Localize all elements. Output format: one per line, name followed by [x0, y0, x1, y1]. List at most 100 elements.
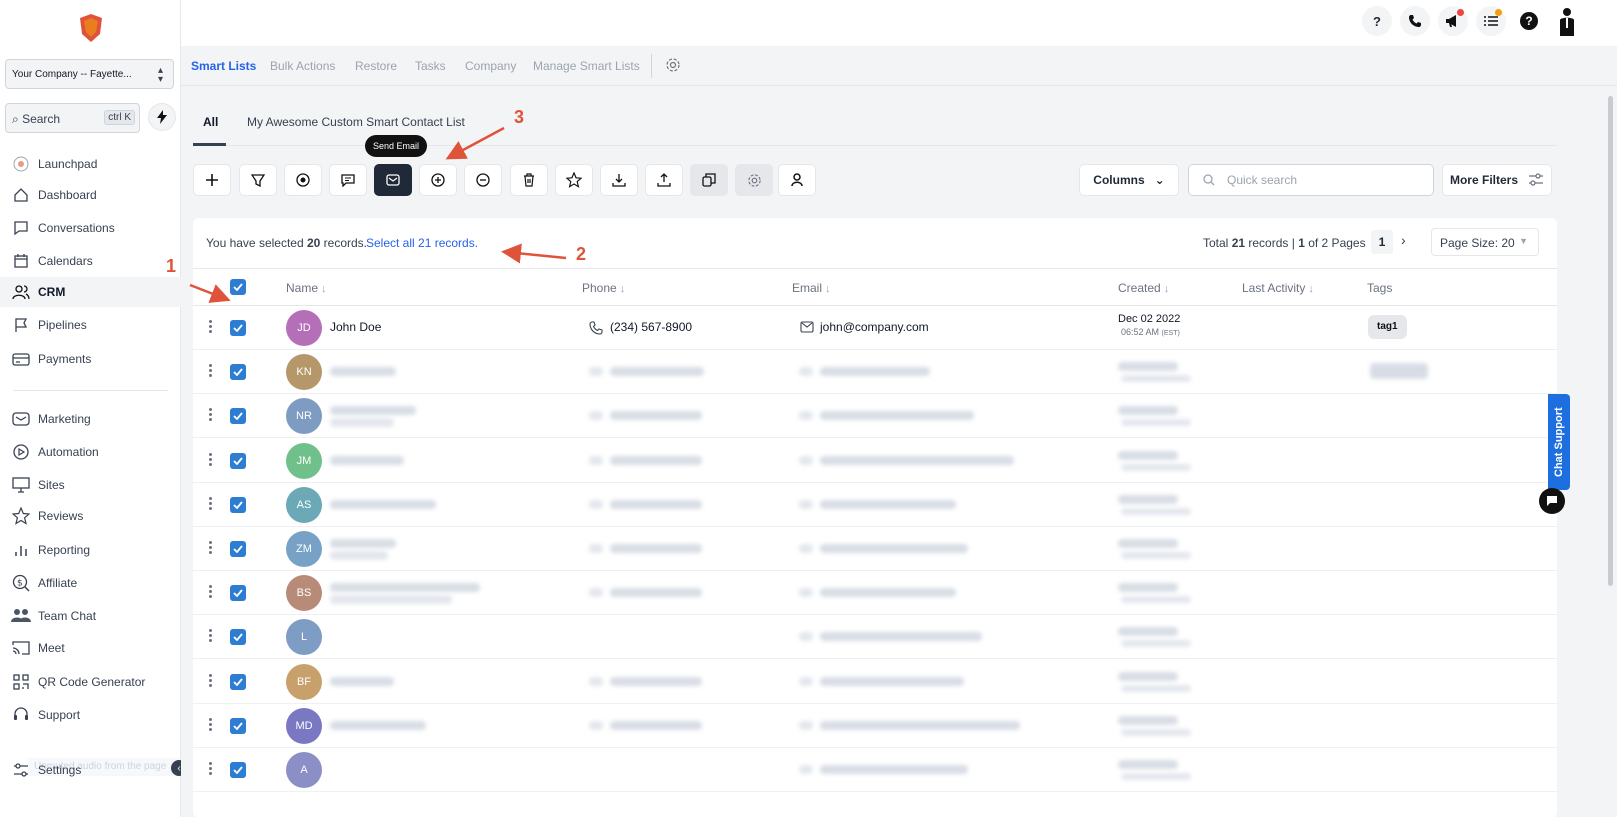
sidebar-item-team-chat[interactable]: Team Chat	[0, 601, 181, 631]
page-size-select[interactable]: Page Size: 20 ▼	[1431, 228, 1539, 256]
sidebar-item-marketing[interactable]: Marketing	[0, 404, 181, 434]
table-row[interactable]: BF	[193, 660, 1557, 704]
tag-badge[interactable]: tag1	[1368, 315, 1407, 339]
select-all-checkbox[interactable]	[230, 279, 246, 295]
phone-button[interactable]	[1400, 6, 1430, 36]
row-checkbox[interactable]	[230, 496, 246, 513]
help-center-button[interactable]: ?	[1514, 6, 1544, 36]
add-tag-button[interactable]	[419, 164, 457, 196]
user-avatar[interactable]	[1552, 6, 1582, 36]
sidebar-item-pipelines[interactable]: Pipelines	[0, 310, 181, 340]
row-menu-icon[interactable]	[209, 585, 213, 599]
help-button[interactable]: ?	[1362, 6, 1392, 36]
row-menu-icon[interactable]	[209, 541, 213, 554]
row-menu-icon[interactable]	[209, 629, 213, 643]
table-row[interactable]: L	[193, 615, 1557, 660]
row-checkbox[interactable]	[230, 320, 246, 336]
table-row[interactable]: MD	[193, 704, 1557, 748]
list-tab-all[interactable]: All	[203, 115, 218, 129]
row-checkbox[interactable]	[230, 673, 246, 690]
sidebar-item-crm[interactable]: CRM	[0, 277, 181, 307]
tab-bulk-actions[interactable]: Bulk Actions	[270, 59, 335, 73]
pipeline-button[interactable]	[239, 164, 277, 196]
row-checkbox[interactable]	[230, 541, 246, 557]
select-all-link[interactable]: Select all 21 records.	[366, 236, 478, 250]
row-menu-icon[interactable]	[209, 673, 213, 687]
list-tab-custom[interactable]: My Awesome Custom Smart Contact List	[247, 115, 465, 129]
sidebar-search[interactable]: ⌕ Search ctrl K	[5, 103, 140, 133]
chat-widget-button[interactable]	[1539, 488, 1565, 514]
sidebar-item-reporting[interactable]: Reporting	[0, 535, 181, 565]
chat-support-tab[interactable]: Chat Support	[1548, 394, 1570, 490]
sidebar-item-sites[interactable]: Sites	[0, 470, 181, 500]
delete-button[interactable]	[510, 164, 548, 196]
company-logo[interactable]	[78, 12, 104, 44]
contact-name[interactable]: John Doe	[330, 320, 381, 334]
table-row[interactable]: ZM	[193, 527, 1557, 571]
row-checkbox[interactable]	[230, 585, 246, 602]
header-created[interactable]: Created ↓	[1118, 281, 1169, 295]
table-row[interactable]: A	[193, 748, 1557, 792]
send-email-button[interactable]	[374, 164, 412, 196]
row-menu-icon[interactable]	[209, 320, 213, 333]
assign-user-button[interactable]	[778, 164, 816, 196]
sidebar-item-launchpad[interactable]: Launchpad	[0, 149, 181, 179]
sidebar-item-conversations[interactable]: Conversations	[0, 213, 181, 243]
table-row[interactable]: JM	[193, 439, 1557, 483]
row-checkbox[interactable]	[230, 364, 246, 381]
table-row[interactable]: NR	[193, 394, 1557, 439]
add-to-campaign-button[interactable]	[284, 164, 322, 196]
row-menu-icon[interactable]	[209, 408, 213, 422]
row-checkbox[interactable]	[230, 717, 246, 734]
row-menu-icon[interactable]	[209, 717, 213, 731]
sidebar-item-qr-code-generator[interactable]: QR Code Generator	[0, 667, 181, 697]
import-button[interactable]	[600, 164, 638, 196]
page-scrollbar[interactable]	[1608, 96, 1613, 586]
quick-search-input[interactable]	[1227, 173, 1417, 187]
tasks-list-button[interactable]	[1476, 6, 1506, 36]
row-menu-icon[interactable]	[209, 762, 213, 775]
header-last-activity[interactable]: Last Activity ↓	[1242, 281, 1314, 295]
tab-manage-smart-lists[interactable]: Manage Smart Lists	[533, 59, 640, 73]
sidebar-item-calendars[interactable]: Calendars	[0, 246, 181, 276]
sidebar-item-payments[interactable]: Payments	[0, 344, 181, 374]
header-name[interactable]: Name ↓	[286, 281, 327, 295]
row-checkbox[interactable]	[230, 408, 246, 425]
company-switcher[interactable]: Your Company -- Fayette... ▴ ▾	[5, 59, 174, 89]
row-checkbox[interactable]	[230, 452, 246, 469]
contact-phone[interactable]: (234) 567-8900	[610, 320, 692, 334]
sidebar-item-support[interactable]: Support	[0, 700, 181, 730]
quick-actions-button[interactable]	[148, 103, 176, 131]
tab-tasks[interactable]: Tasks	[415, 59, 446, 73]
settings-button[interactable]	[735, 164, 773, 196]
row-menu-icon[interactable]	[209, 496, 213, 510]
next-page-chevron-icon[interactable]: ›	[1401, 232, 1406, 248]
table-row[interactable]: KN	[193, 350, 1557, 395]
sidebar-item-automation[interactable]: Automation	[0, 437, 181, 467]
contact-email[interactable]: john@company.com	[820, 320, 929, 334]
announcements-button[interactable]	[1438, 6, 1468, 36]
row-checkbox[interactable]	[230, 762, 246, 778]
columns-dropdown[interactable]: Columns ⌄	[1079, 164, 1179, 196]
gear-icon[interactable]	[665, 57, 681, 76]
tab-restore[interactable]: Restore	[355, 59, 397, 73]
merge-button[interactable]	[690, 164, 728, 196]
row-checkbox[interactable]	[230, 629, 246, 646]
header-phone[interactable]: Phone ↓	[582, 281, 625, 295]
header-email[interactable]: Email ↓	[792, 281, 831, 295]
quick-search[interactable]	[1188, 164, 1434, 196]
sidebar-item-settings[interactable]: Settings	[0, 755, 181, 785]
table-row[interactable]: BS	[193, 571, 1557, 616]
sidebar-item-affiliate[interactable]: $ Affiliate	[0, 568, 181, 598]
table-row[interactable]: JD John Doe (234) 567-8900 john@company.com…	[193, 306, 1557, 350]
table-row[interactable]: AS	[193, 483, 1557, 527]
sidebar-item-meet[interactable]: Meet	[0, 633, 181, 663]
row-menu-icon[interactable]	[209, 364, 213, 378]
page-1-button[interactable]: 1	[1371, 230, 1393, 254]
tab-company[interactable]: Company	[465, 59, 516, 73]
remove-tag-button[interactable]	[464, 164, 502, 196]
row-menu-icon[interactable]	[209, 452, 213, 466]
tab-smart-lists[interactable]: Smart Lists	[191, 59, 256, 73]
send-review-request-button[interactable]	[555, 164, 593, 196]
send-sms-button[interactable]	[329, 164, 367, 196]
